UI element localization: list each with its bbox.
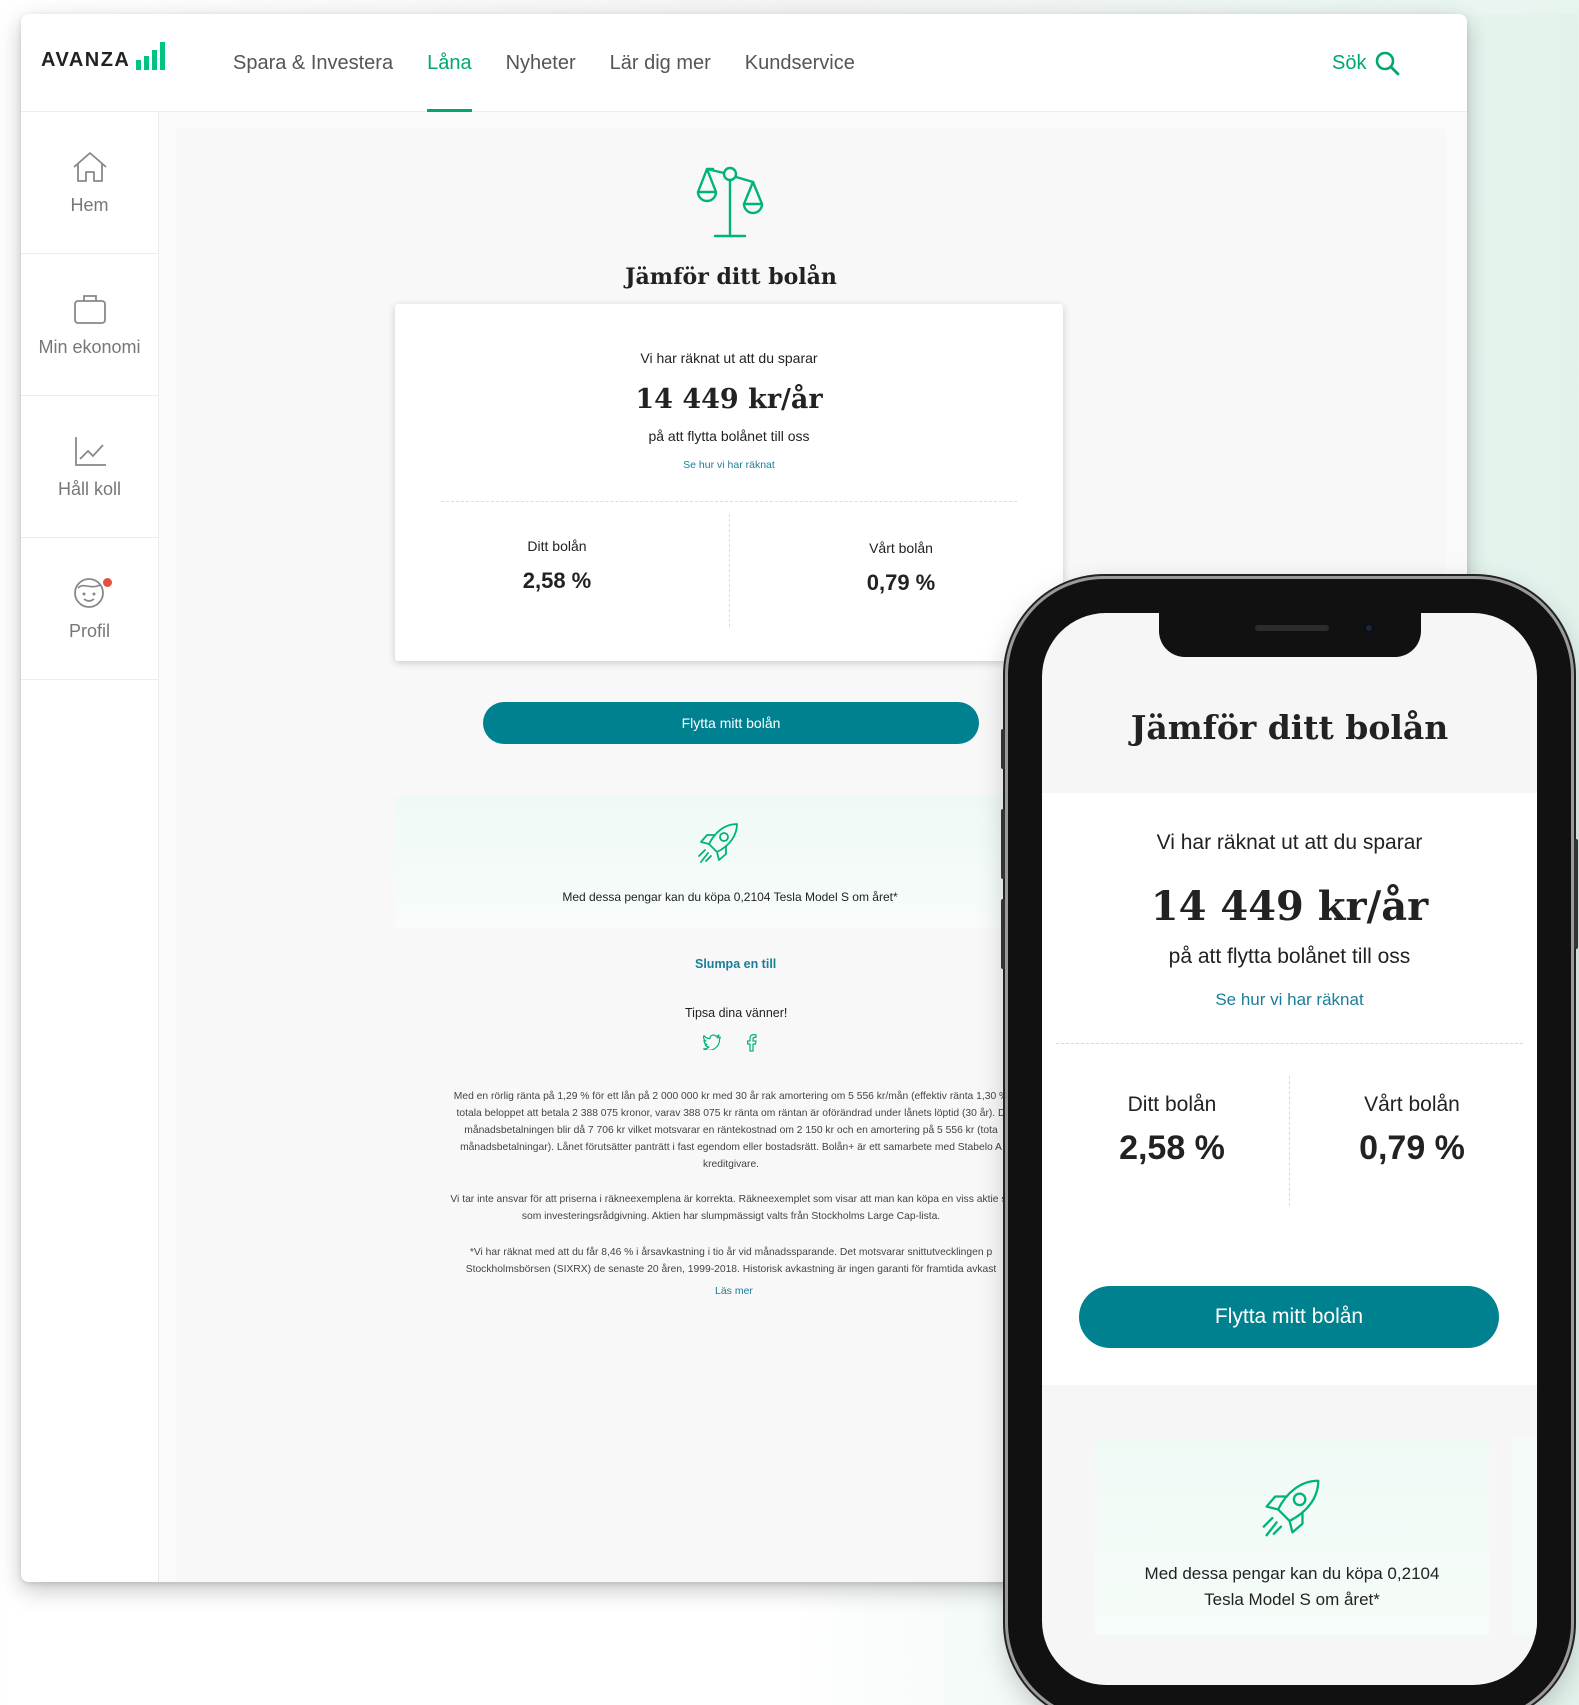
phone-camera: [1363, 622, 1375, 634]
nav-item-spara-investera[interactable]: Spara & Investera: [233, 14, 393, 112]
nav-item-lana[interactable]: Låna: [427, 14, 472, 112]
disclaimer-line: kreditgivare.: [702, 1159, 760, 1170]
our-loan-rate: 0,79 %: [866, 570, 936, 595]
promo-text-line: Tesla Model S om året*: [1204, 1590, 1380, 1609]
home-icon: [70, 150, 110, 189]
share-icons: [703, 1034, 757, 1052]
disclaimer-line: månadsbetalningen blir då 7 706 kr vilke…: [464, 1125, 998, 1136]
phone-side-button: [1001, 809, 1005, 879]
search-label: Sök: [1332, 51, 1367, 74]
randomize-link[interactable]: Slumpa en till: [695, 957, 776, 971]
sidebar-item-label: Profil: [68, 620, 110, 641]
savings-intro: Vi har räknat ut att du sparar: [640, 350, 818, 366]
facebook-icon[interactable]: [745, 1034, 757, 1052]
calculation-link[interactable]: Se hur vi har räknat: [1042, 990, 1537, 1010]
promo-card: Med dessa pengar kan du köpa 0,2104 Tesl…: [395, 796, 1025, 928]
rocket-icon: [1258, 1475, 1324, 1546]
mobile-screen: Jämför ditt bolån Vi har räknat ut att d…: [1042, 613, 1537, 1685]
disclaimer-line: totala beloppet att betala 2 388 075 kro…: [456, 1108, 1006, 1119]
savings-outro: på att flytta bolånet till oss: [648, 428, 810, 444]
your-loan-label: Ditt bolån: [527, 538, 587, 554]
savings-amount: 14 449 kr/år: [1150, 883, 1429, 930]
phone-side-button: [1001, 729, 1005, 769]
our-loan-label: Vårt bolån: [869, 540, 933, 556]
your-loan-rate: 2,58 %: [1119, 1129, 1225, 1167]
nav-item-nyheter[interactable]: Nyheter: [506, 14, 576, 112]
promo-text: Med dessa pengar kan du köpa 0,2104 Tesl…: [1115, 1561, 1469, 1613]
sidebar-item-hall-koll[interactable]: Håll koll: [21, 396, 158, 538]
disclaimer-paragraph-2: Vi tar inte ansvar för att priserna i rä…: [401, 1191, 1061, 1225]
logo-bars-icon: [136, 42, 166, 72]
your-loan-rate: 2,58 %: [522, 568, 592, 593]
savings-outro: på att flytta bolånet till oss: [1168, 945, 1411, 968]
mobile-phone-frame: Jämför ditt bolån Vi har räknat ut att d…: [1001, 579, 1578, 1705]
divider: [729, 514, 730, 627]
mobile-page-title: Jämför ditt bolån: [1130, 708, 1449, 747]
promo-text: Med dessa pengar kan du köpa 0,2104 Tesl…: [562, 890, 898, 904]
briefcase-icon: [72, 292, 108, 331]
notification-dot: [102, 577, 112, 587]
background-top-strip: [0, 0, 1579, 14]
scale-icon: [691, 164, 769, 247]
phone-speaker: [1255, 625, 1329, 631]
promo-text-line: Med dessa pengar kan du köpa 0,2104: [1144, 1564, 1440, 1583]
read-more-link[interactable]: Läs mer: [715, 1285, 753, 1297]
sidebar-item-profil[interactable]: Profil: [21, 538, 158, 680]
twitter-icon[interactable]: [703, 1034, 721, 1050]
savings-amount: 14 449 kr/år: [635, 384, 823, 415]
savings-card: Vi har räknat ut att du sparar 14 449 kr…: [395, 304, 1063, 661]
mobile-savings-card: Vi har räknat ut att du sparar 14 449 kr…: [1042, 793, 1537, 1385]
logo-text: AVANZA: [41, 49, 131, 71]
divider: [1289, 1076, 1290, 1206]
nav-item-lar-dig-mer[interactable]: Lär dig mer: [610, 14, 711, 112]
disclaimer-paragraph-1: Med en rörlig ränta på 1,29 % för ett lå…: [401, 1088, 1061, 1173]
disclaimer-line: månadsbetalningar). Lånet förutsätter pa…: [460, 1142, 1002, 1153]
move-loan-button[interactable]: Flytta mitt bolån: [1079, 1286, 1499, 1348]
main-menu: Spara & Investera Låna Nyheter Lär dig m…: [233, 14, 889, 112]
page-title: Jämför ditt bolån: [625, 264, 837, 290]
sidebar-item-label: Min ekonomi: [38, 336, 141, 357]
disclaimer-paragraph-3: *Vi har räknat med att du får 8,46 % i å…: [401, 1244, 1061, 1278]
mobile-promo-card: Med dessa pengar kan du köpa 0,2104 Tesl…: [1095, 1439, 1489, 1635]
top-navigation: AVANZA Spara & Investera Låna Nyheter Lä…: [21, 14, 1467, 112]
disclaimer-line: Vi tar inte ansvar för att priserna i rä…: [450, 1194, 1012, 1205]
mobile-next-promo-card[interactable]: [1512, 1439, 1537, 1635]
our-loan-rate: 0,79 %: [1359, 1129, 1465, 1167]
phone-notch: [1159, 613, 1421, 657]
divider: [1056, 1043, 1523, 1044]
nav-item-kundservice[interactable]: Kundservice: [745, 14, 855, 112]
search-button[interactable]: Sök: [1332, 50, 1400, 76]
rocket-icon: [695, 820, 741, 871]
disclaimer-line: Stockholmsbörsen (SIXRX) de senaste 20 å…: [465, 1264, 997, 1275]
sidebar: Hem Min ekonomi Håll koll Profil: [21, 112, 159, 1582]
search-icon: [1376, 51, 1400, 76]
sidebar-item-label: Håll koll: [57, 478, 122, 499]
sidebar-item-hem[interactable]: Hem: [21, 112, 158, 254]
phone-side-button: [1574, 839, 1578, 949]
move-loan-button[interactable]: Flytta mitt bolån: [483, 702, 979, 744]
divider: [441, 501, 1017, 502]
calculation-link[interactable]: Se hur vi har räknat: [395, 459, 1063, 471]
disclaimer-line: *Vi har räknat med att du får 8,46 % i å…: [469, 1247, 993, 1258]
disclaimer-line: som investeringsrådgivning. Aktien har s…: [521, 1211, 941, 1222]
share-label: Tipsa dina vänner!: [685, 1006, 788, 1020]
profile-icon: [72, 576, 112, 615]
phone-side-button: [1001, 899, 1005, 969]
savings-intro: Vi har räknat ut att du sparar: [1156, 831, 1423, 854]
disclaimer-line: Med en rörlig ränta på 1,29 % för ett lå…: [453, 1091, 1009, 1102]
avanza-logo[interactable]: AVANZA: [41, 42, 166, 72]
chart-icon: [72, 434, 108, 473]
our-loan-label: Vårt bolån: [1364, 1093, 1460, 1116]
your-loan-label: Ditt bolån: [1127, 1093, 1217, 1116]
sidebar-item-label: Hem: [70, 194, 109, 215]
